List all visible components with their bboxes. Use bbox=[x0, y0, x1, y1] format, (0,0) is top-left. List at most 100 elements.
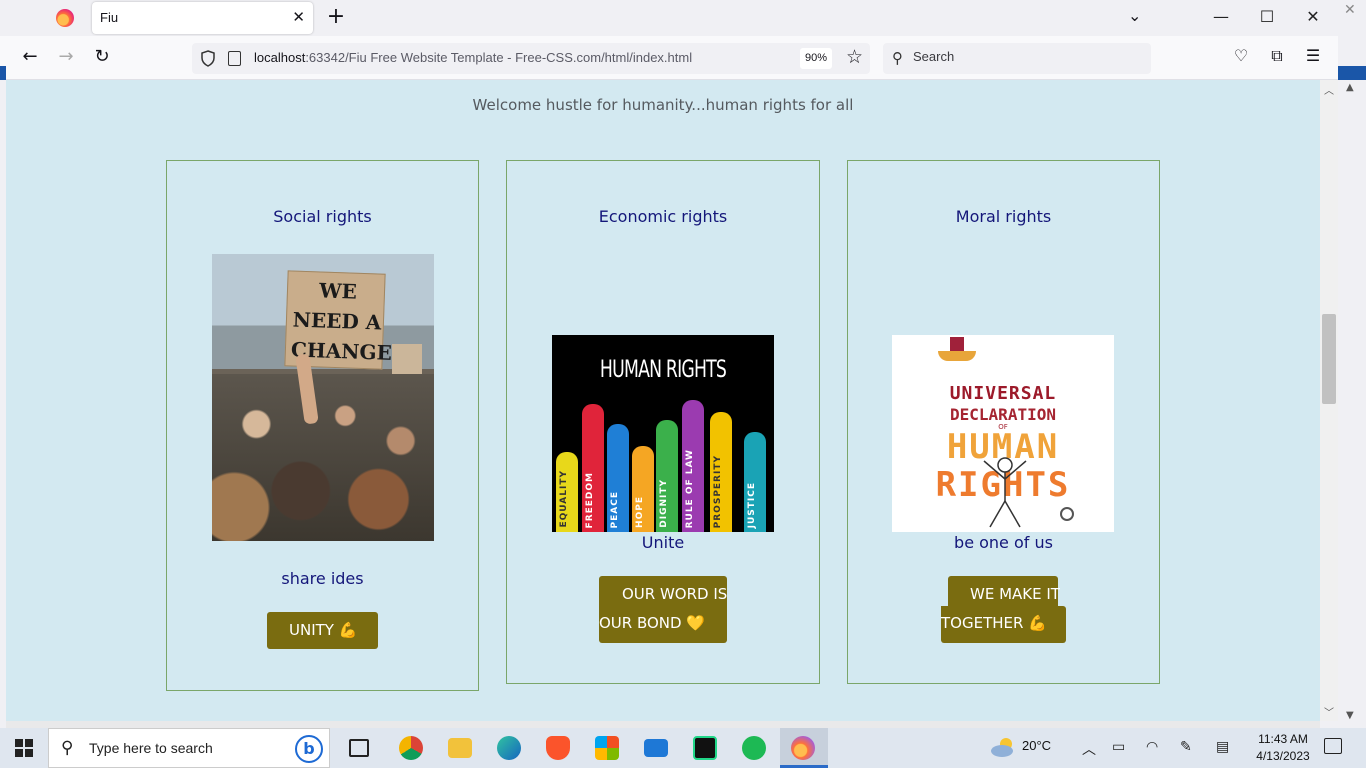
hand-word: JUSTICE bbox=[747, 481, 757, 528]
hand-green: DIGNITY bbox=[656, 420, 678, 532]
show-hidden-icons-icon[interactable]: ︿ bbox=[1082, 739, 1096, 759]
protest-image: WE NEED A CHANGE bbox=[212, 254, 434, 541]
card-subtitle: share ides bbox=[281, 569, 364, 588]
navigation-toolbar: ← → ↻ localhost:63342/Fiu Free Website T… bbox=[0, 36, 1338, 80]
firefox-icon[interactable] bbox=[791, 736, 815, 760]
hand-gold: PROSPERITY bbox=[710, 412, 732, 532]
shield-icon[interactable] bbox=[200, 50, 216, 67]
button-line-1: OUR WORD IS bbox=[622, 585, 728, 603]
menu-hamburger-icon[interactable]: ☰ bbox=[1301, 46, 1325, 65]
hand-word: EQUALITY bbox=[559, 470, 569, 528]
welcome-text: Welcome hustle for humanity...human righ… bbox=[472, 96, 854, 114]
card-title: Economic rights bbox=[598, 207, 728, 226]
background-window-edge: ✕ ▲ ▼ bbox=[1338, 0, 1366, 728]
close-tab-icon[interactable]: ✕ bbox=[292, 8, 305, 26]
button-line-2: TOGETHER 💪 bbox=[941, 614, 1047, 632]
extensions-icon[interactable]: ⧉ bbox=[1265, 46, 1289, 66]
hand-teal: JUSTICE bbox=[744, 432, 766, 532]
page-info-icon[interactable] bbox=[228, 51, 241, 66]
hand-word: RULE OF LAW bbox=[685, 448, 695, 528]
firefox-view-icon[interactable] bbox=[56, 9, 74, 27]
task-view-icon[interactable] bbox=[349, 739, 369, 757]
list-all-tabs-icon[interactable]: ⌄ bbox=[1128, 6, 1141, 25]
our-word-button[interactable]: OUR WORD IS OUR BOND 💛 bbox=[599, 576, 727, 643]
moral-rights-card: Moral rights UNIVERSAL DECLARATION OF HU… bbox=[847, 160, 1160, 684]
chrome-icon[interactable] bbox=[399, 736, 423, 760]
hand-purple: RULE OF LAW bbox=[682, 400, 704, 532]
scroll-up-icon[interactable]: ︿ bbox=[1324, 82, 1334, 97]
close-icon[interactable]: ✕ bbox=[1344, 2, 1356, 18]
clock-date: 4/13/2023 bbox=[1256, 749, 1310, 763]
file-explorer-icon[interactable] bbox=[448, 738, 472, 758]
back-arrow-icon[interactable]: ← bbox=[18, 46, 42, 67]
browser-tab-active[interactable]: Fiu ✕ bbox=[92, 2, 313, 34]
windows-start-icon[interactable] bbox=[15, 739, 33, 757]
pocket-icon[interactable]: ♡ bbox=[1229, 46, 1253, 65]
hand-word: FREEDOM bbox=[585, 471, 595, 528]
forward-arrow-icon[interactable]: → bbox=[54, 46, 78, 67]
weather-cloud-icon[interactable] bbox=[990, 737, 1016, 757]
mail-icon[interactable] bbox=[644, 739, 668, 757]
we-make-it-button[interactable]: WE MAKE IT bbox=[948, 576, 1060, 606]
udhr-line-1: UNIVERSAL bbox=[949, 383, 1057, 404]
economic-rights-card: Economic rights HUMAN RIGHTS EQUALITY FR… bbox=[506, 160, 820, 684]
windows-taskbar: ⚲ Type here to search b 20°C ︿ ▭ ◠ ✎ ▤ 1… bbox=[0, 728, 1366, 768]
bookmark-star-icon[interactable]: ☆ bbox=[846, 46, 863, 68]
notification-center-icon[interactable] bbox=[1324, 738, 1342, 754]
zoom-indicator[interactable]: 90% bbox=[800, 48, 833, 69]
url-text[interactable]: localhost:63342/Fiu Free Website Templat… bbox=[254, 50, 692, 65]
pycharm-icon[interactable] bbox=[693, 736, 717, 760]
scroll-down-icon[interactable]: ﹀ bbox=[1324, 704, 1334, 719]
wifi-icon[interactable]: ◠ bbox=[1146, 739, 1158, 755]
social-rights-card: Social rights WE NEED A CHANGE share ide… bbox=[166, 160, 479, 691]
battery-icon[interactable]: ▭ bbox=[1112, 739, 1125, 755]
hand-blue: PEACE bbox=[607, 424, 629, 532]
reload-icon[interactable]: ↻ bbox=[90, 46, 114, 67]
minimize-icon[interactable]: — bbox=[1198, 0, 1244, 34]
pen-icon[interactable]: ✎ bbox=[1180, 739, 1192, 755]
taskbar-search-placeholder: Type here to search bbox=[89, 740, 213, 756]
close-window-icon[interactable]: ✕ bbox=[1290, 0, 1336, 34]
search-input[interactable] bbox=[913, 49, 1133, 64]
new-tab-button[interactable]: + bbox=[326, 4, 346, 29]
scroll-down-arrow-icon[interactable]: ▼ bbox=[1346, 710, 1354, 721]
hand-red: FREEDOM bbox=[582, 404, 604, 532]
stick-figure-icon bbox=[983, 457, 1027, 528]
unity-button[interactable]: UNITY 💪 bbox=[267, 612, 378, 649]
crowd bbox=[212, 374, 434, 541]
we-make-it-button-continued[interactable]: TOGETHER 💪 bbox=[941, 606, 1066, 643]
taskbar-search-box[interactable]: ⚲ Type here to search b bbox=[48, 728, 330, 768]
keyboard-icon[interactable]: ▤ bbox=[1216, 739, 1229, 755]
weather-temperature[interactable]: 20°C bbox=[1022, 738, 1051, 753]
hand-word: PEACE bbox=[610, 490, 620, 528]
card-subtitle: be one of us bbox=[954, 533, 1053, 552]
un-logo-icon bbox=[1060, 507, 1074, 521]
maximize-icon[interactable]: ☐ bbox=[1244, 0, 1290, 34]
microsoft-store-icon[interactable] bbox=[595, 736, 619, 760]
desktop-edge-right bbox=[1338, 66, 1366, 80]
edge-icon[interactable] bbox=[497, 736, 521, 760]
card-title: Moral rights bbox=[955, 207, 1052, 226]
bing-icon[interactable]: b bbox=[295, 735, 323, 763]
image-title: HUMAN RIGHTS bbox=[599, 355, 727, 383]
hand-word: DIGNITY bbox=[659, 479, 669, 528]
clock-time: 11:43 AM bbox=[1258, 732, 1308, 746]
page-scrollbar[interactable]: ︿ ﹀ bbox=[1320, 80, 1338, 721]
hand-orange: HOPE bbox=[632, 446, 654, 532]
udhr-image: UNIVERSAL DECLARATION OF HUMAN RIGHTS bbox=[892, 335, 1114, 532]
brave-icon[interactable] bbox=[546, 736, 570, 760]
url-host: localhost bbox=[254, 50, 306, 65]
search-bar[interactable]: ⚲ bbox=[883, 43, 1151, 74]
page-content: Welcome hustle for humanity...human righ… bbox=[6, 80, 1320, 721]
clock[interactable]: 11:43 AM 4/13/2023 bbox=[1252, 731, 1314, 765]
scroll-up-arrow-icon[interactable]: ▲ bbox=[1346, 82, 1354, 93]
tab-title: Fiu bbox=[100, 10, 119, 25]
card-title: Social rights bbox=[273, 207, 372, 226]
hand-word: HOPE bbox=[635, 496, 645, 528]
url-path: :63342/Fiu Free Website Template - Free-… bbox=[305, 50, 693, 65]
address-bar[interactable]: localhost:63342/Fiu Free Website Templat… bbox=[192, 43, 870, 74]
search-icon: ⚲ bbox=[61, 738, 74, 758]
scroll-thumb[interactable] bbox=[1322, 314, 1336, 404]
spotify-icon[interactable] bbox=[742, 736, 766, 760]
human-rights-hands-image: HUMAN RIGHTS EQUALITY FREEDOM PEACE HOPE… bbox=[552, 335, 774, 532]
